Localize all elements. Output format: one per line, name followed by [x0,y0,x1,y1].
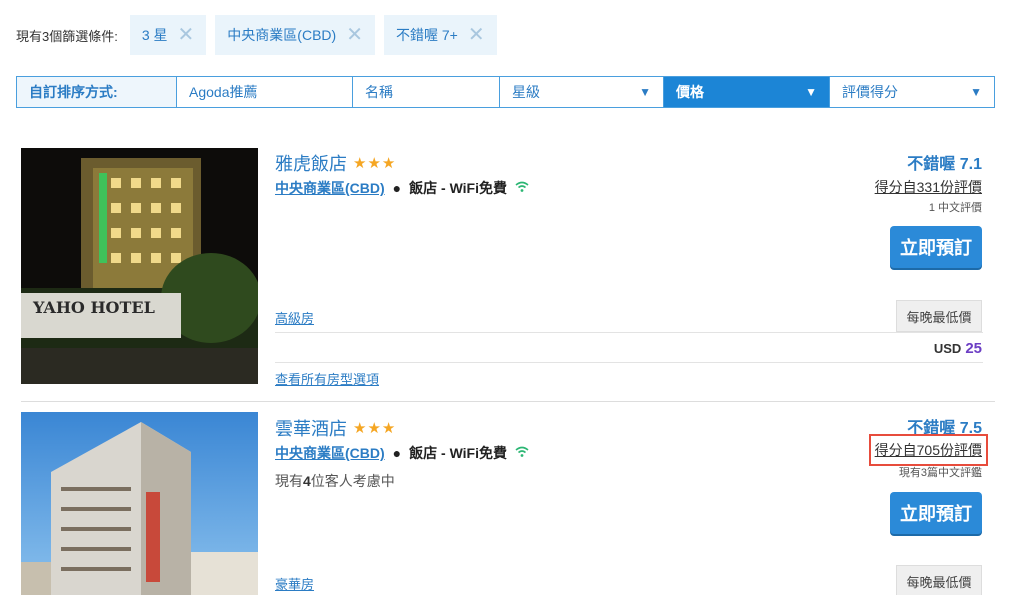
separator-dot: ● [392,180,402,196]
chinese-review-count: 現有3篇中文評鑑 [898,467,982,479]
star-icon: ★★★ [353,420,397,437]
lowest-price-label: 每晚最低價 [896,300,982,332]
rating-label: 不錯喔 7.5 [907,420,982,437]
star-icon: ★★★ [353,155,397,172]
filter-chip-label: 不錯喔 7+ [395,27,458,43]
filter-chip-area[interactable]: 中央商業區(CBD) ✕ [215,15,375,55]
room-price: USD 25 [934,340,982,357]
book-now-button[interactable]: 立即預訂 [890,226,982,268]
active-filters: 現有3個篩選條件: 3 星 ✕ 中央商業區(CBD) ✕ 不錯喔 7+ ✕ [16,15,506,55]
wifi-icon [515,445,529,461]
hotel-name-link[interactable]: 雲華酒店 [275,415,347,441]
review-count-link[interactable]: 得分自331份評價 [875,177,982,197]
hotel-name-link[interactable]: 雅虎飯店 [275,150,347,176]
separator-dot: ● [392,445,402,461]
hotel-title: 雲華酒店 ★★★ [275,415,396,441]
filter-count-label: 現有3個篩選條件: [16,28,118,44]
hotel-type: 飯店 - WiFi免費 [409,180,507,196]
sort-option-stars[interactable]: 星級 ▼ [500,77,664,107]
book-now-button[interactable]: 立即預訂 [890,492,982,534]
hotel-area-link[interactable]: 中央商業區(CBD) [275,178,385,198]
filter-chip-rating[interactable]: 不錯喔 7+ ✕ [383,15,497,55]
hotel-type: 飯店 - WiFi免費 [409,445,507,461]
hotel-location-line: 中央商業區(CBD) ● 飯店 - WiFi免費 [275,178,529,198]
chevron-down-icon: ▼ [805,85,817,99]
chevron-down-icon: ▼ [639,85,651,99]
viewers-count: 現有4位客人考慮中 [275,473,395,489]
sort-label: 自訂排序方式: [17,77,177,107]
price-divider [275,362,983,363]
sort-option-price[interactable]: 價格 ▼ [664,77,830,107]
price-currency: USD [933,341,962,356]
card-separator [21,401,995,402]
close-icon[interactable]: ✕ [178,25,195,45]
chevron-down-icon: ▼ [970,85,982,99]
room-type-link[interactable]: 豪華房 [275,574,314,593]
hotel-photo[interactable]: YAHO HOTEL [21,148,258,384]
hotel-photo[interactable] [21,412,258,595]
hotel-title: 雅虎飯店 ★★★ [275,150,396,176]
rating-label: 不錯喔 7.1 [907,156,982,173]
sort-bar: 自訂排序方式: Agoda推薦 名稱 星級 ▼ 價格 ▼ 評價得分 ▼ [16,76,995,108]
hotel-area-link[interactable]: 中央商業區(CBD) [275,443,385,463]
review-count-link[interactable]: 得分自705份評價 [868,434,989,466]
close-icon[interactable]: ✕ [468,25,485,45]
room-divider [275,332,983,333]
room-type-link[interactable]: 高級房 [275,308,314,327]
filter-chip-label: 3 星 [141,27,168,43]
sort-option-recommended[interactable]: Agoda推薦 [177,77,353,107]
hotel-sign-text: YAHO HOTEL [32,298,155,317]
filter-chip-stars[interactable]: 3 星 ✕ [129,15,207,55]
wifi-icon [515,180,529,196]
view-all-rooms-link[interactable]: 查看所有房型選項 [275,369,379,388]
sort-option-review-score[interactable]: 評價得分 ▼ [830,77,994,107]
close-icon[interactable]: ✕ [346,25,363,45]
chinese-review-count: 1 中文評價 [928,202,982,214]
hotel-location-line: 中央商業區(CBD) ● 飯店 - WiFi免費 [275,443,529,463]
lowest-price-label: 每晚最低價 [896,565,982,595]
sort-option-name[interactable]: 名稱 [353,77,500,107]
price-amount: 25 [965,340,982,357]
filter-chip-label: 中央商業區(CBD) [227,27,337,43]
